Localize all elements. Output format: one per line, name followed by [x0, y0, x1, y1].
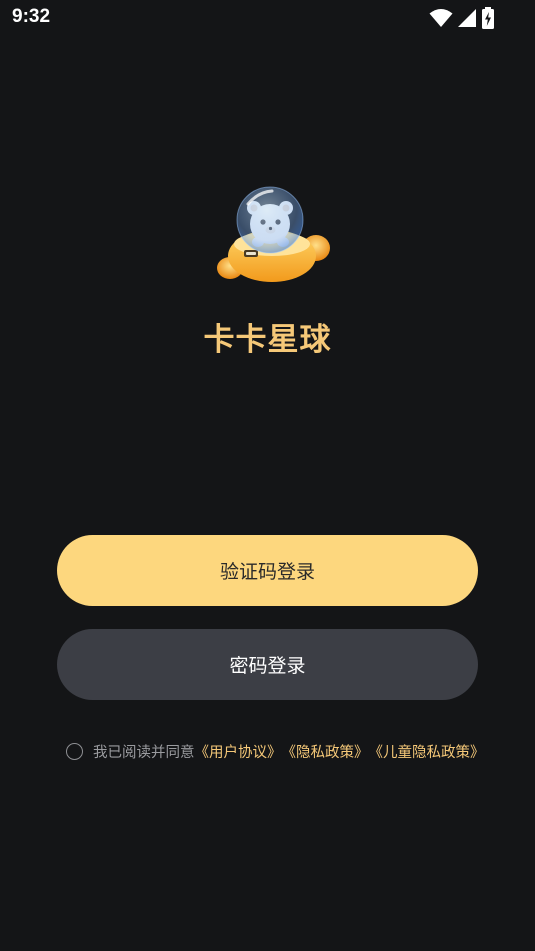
password-login-button[interactable]: 密码登录	[57, 629, 478, 700]
status-time: 9:32	[12, 6, 51, 27]
agreement-prefix: 我已阅读并同意	[93, 744, 195, 761]
user-agreement-link[interactable]: 《用户协议》	[195, 741, 282, 762]
battery-charging-icon	[482, 7, 494, 29]
login-screen: 9:32 卡卡星球 验证码登录 密码登录 我已阅读并同意 《用户协议》 《隐私政…	[0, 0, 535, 951]
status-bar: 9:32	[0, 0, 535, 36]
agreement-checkbox[interactable]	[66, 742, 83, 760]
child-privacy-policy-link[interactable]: 《儿童隐私政策》	[369, 741, 485, 762]
cellular-signal-icon	[458, 9, 476, 27]
agreement-row: 我已阅读并同意 《用户协议》 《隐私政策》 《儿童隐私政策》	[66, 741, 485, 761]
status-icons	[429, 7, 495, 29]
app-name: 卡卡星球	[203, 322, 332, 358]
privacy-policy-link[interactable]: 《隐私政策》	[282, 741, 369, 762]
bear-astronaut-mascot-icon	[217, 186, 330, 282]
sms-code-login-button[interactable]: 验证码登录	[57, 535, 478, 606]
wifi-icon	[429, 9, 453, 27]
